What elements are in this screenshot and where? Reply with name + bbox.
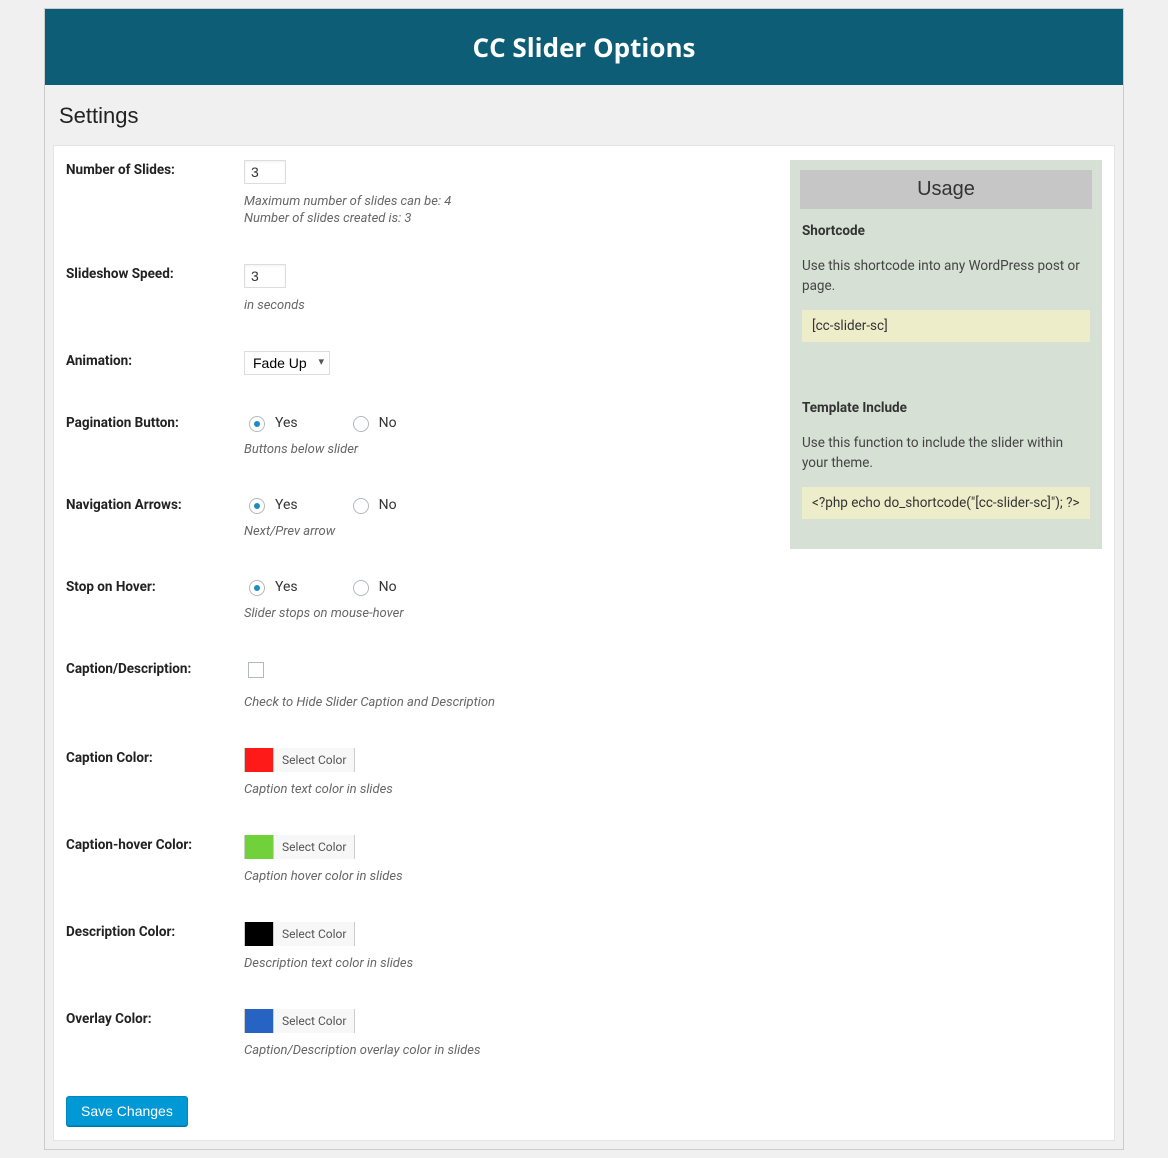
hint-caption-color: Caption text color in slides <box>244 782 770 797</box>
hint-stop-hover: Slider stops on mouse-hover <box>244 606 770 621</box>
radio-stop-hover-no[interactable] <box>353 580 369 596</box>
options-panel: CC Slider Options Settings Number of Sli… <box>44 8 1124 1150</box>
radio-nav-arrows-no-label: No <box>379 497 397 513</box>
field-caption-color: Caption Color: Select Color Caption text… <box>66 748 770 797</box>
field-caption-description: Caption/Description: Check to Hide Slide… <box>66 659 770 710</box>
label-stop-on-hover: Stop on Hover: <box>66 577 244 595</box>
color-picker-overlay[interactable]: Select Color <box>244 1009 355 1033</box>
radio-nav-arrows-yes[interactable] <box>249 498 265 514</box>
label-pagination-button: Pagination Button: <box>66 413 244 431</box>
select-color-button-overlay[interactable]: Select Color <box>273 1009 354 1033</box>
hint-caption-desc: Check to Hide Slider Caption and Descrip… <box>244 695 770 710</box>
radio-stop-hover-yes[interactable] <box>249 580 265 596</box>
radio-pagination-yes[interactable] <box>249 416 265 432</box>
select-animation[interactable]: Fade Up <box>244 351 330 375</box>
hint-description-color: Description text color in slides <box>244 956 770 971</box>
checkbox-hide-caption[interactable] <box>248 662 264 678</box>
label-caption-description: Caption/Description: <box>66 659 244 677</box>
field-overlay-color: Overlay Color: Select Color Caption/Desc… <box>66 1009 770 1058</box>
field-navigation-arrows: Navigation Arrows: Yes No Next/Prev arro… <box>66 495 770 539</box>
hint-overlay-color: Caption/Description overlay color in sli… <box>244 1043 770 1058</box>
select-color-button-caption-hover[interactable]: Select Color <box>273 835 354 859</box>
hint-caption-hover-color: Caption hover color in slides <box>244 869 770 884</box>
settings-form: Number of Slides: Maximum number of slid… <box>66 160 770 1126</box>
usage-shortcode-label: Shortcode <box>802 223 1090 239</box>
usage-template-text: Use this function to include the slider … <box>802 434 1090 473</box>
radio-stop-hover-no-label: No <box>379 579 397 595</box>
radio-pagination-yes-label: Yes <box>275 415 298 431</box>
field-pagination-button: Pagination Button: Yes No Buttons below … <box>66 413 770 457</box>
hint-nav-arrows: Next/Prev arrow <box>244 524 770 539</box>
label-description-color: Description Color: <box>66 922 244 940</box>
usage-shortcode-text: Use this shortcode into any WordPress po… <box>802 257 1090 296</box>
color-picker-caption-hover[interactable]: Select Color <box>244 835 355 859</box>
radio-nav-arrows-no[interactable] <box>353 498 369 514</box>
section-heading-settings: Settings <box>45 85 1123 129</box>
hint-pagination: Buttons below slider <box>244 442 770 457</box>
input-number-of-slides[interactable] <box>244 160 286 184</box>
swatch-caption-hover-color <box>245 835 273 859</box>
field-description-color: Description Color: Select Color Descript… <box>66 922 770 971</box>
radio-nav-arrows-yes-label: Yes <box>275 497 298 513</box>
settings-container: Number of Slides: Maximum number of slid… <box>53 145 1115 1141</box>
usage-template-code: <?php echo do_shortcode("[cc-slider-sc]"… <box>802 487 1090 519</box>
input-slideshow-speed[interactable] <box>244 264 286 288</box>
field-caption-hover-color: Caption-hover Color: Select Color Captio… <box>66 835 770 884</box>
field-stop-on-hover: Stop on Hover: Yes No Slider stops on mo… <box>66 577 770 621</box>
usage-shortcode-code: [cc-slider-sc] <box>802 310 1090 342</box>
usage-heading: Usage <box>800 170 1092 209</box>
swatch-description-color <box>245 922 273 946</box>
field-slideshow-speed: Slideshow Speed: in seconds <box>66 264 770 313</box>
label-animation: Animation: <box>66 351 244 369</box>
label-overlay-color: Overlay Color: <box>66 1009 244 1027</box>
radio-stop-hover-yes-label: Yes <box>275 579 298 595</box>
color-picker-description[interactable]: Select Color <box>244 922 355 946</box>
hint-created-slides: Number of slides created is: 3 <box>244 211 770 226</box>
hint-max-slides: Maximum number of slides can be: 4 <box>244 194 770 209</box>
label-navigation-arrows: Navigation Arrows: <box>66 495 244 513</box>
field-number-of-slides: Number of Slides: Maximum number of slid… <box>66 160 770 226</box>
usage-sidebar: Usage Shortcode Use this shortcode into … <box>790 160 1102 549</box>
page-header: CC Slider Options <box>45 9 1123 85</box>
label-slideshow-speed: Slideshow Speed: <box>66 264 244 282</box>
label-caption-hover-color: Caption-hover Color: <box>66 835 244 853</box>
swatch-caption-color <box>245 748 273 772</box>
field-animation: Animation: Fade Up <box>66 351 770 375</box>
label-number-of-slides: Number of Slides: <box>66 160 244 178</box>
color-picker-caption[interactable]: Select Color <box>244 748 355 772</box>
hint-speed: in seconds <box>244 298 770 313</box>
radio-pagination-no[interactable] <box>353 416 369 432</box>
select-color-button-description[interactable]: Select Color <box>273 922 354 946</box>
radio-pagination-no-label: No <box>379 415 397 431</box>
swatch-overlay-color <box>245 1009 273 1033</box>
page-title: CC Slider Options <box>45 29 1123 65</box>
usage-template-label: Template Include <box>802 400 1090 416</box>
save-changes-button[interactable]: Save Changes <box>66 1096 188 1126</box>
select-color-button-caption[interactable]: Select Color <box>273 748 354 772</box>
label-caption-color: Caption Color: <box>66 748 244 766</box>
